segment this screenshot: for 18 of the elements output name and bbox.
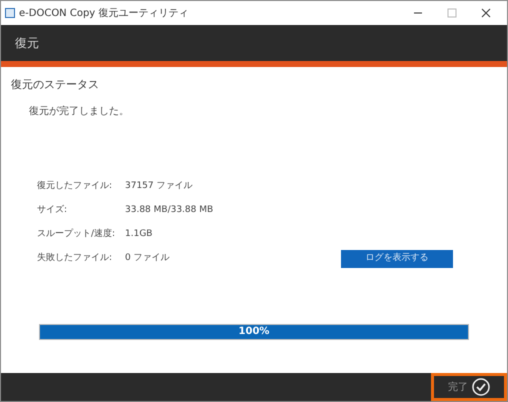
field-label: 失敗したファイル: <box>37 252 114 266</box>
progress-label: 100% <box>238 325 270 338</box>
section-heading: 復元のステータス <box>11 77 100 93</box>
window-title: e-DOCON Copy 復元ユーティリティ <box>19 6 188 20</box>
app-icon <box>5 8 15 18</box>
header-title: 復元 <box>15 35 39 52</box>
view-log-button[interactable]: ログを表示する <box>341 250 453 268</box>
field-label: サイズ: <box>37 204 68 218</box>
field-label: スループット/速度: <box>37 228 116 242</box>
field-value: 37157 ファイル <box>125 180 192 194</box>
field-value: 1.1GB <box>125 228 152 242</box>
field-label: 復元したファイル: <box>37 180 114 194</box>
close-icon[interactable] <box>481 8 491 18</box>
field-value: 0 ファイル <box>125 252 170 266</box>
finish-button[interactable]: 完了 <box>431 373 507 401</box>
check-circle-icon <box>472 378 490 396</box>
field-value: 33.88 MB/33.88 MB <box>125 204 214 218</box>
status-message: 復元が完了しました。 <box>29 104 130 118</box>
